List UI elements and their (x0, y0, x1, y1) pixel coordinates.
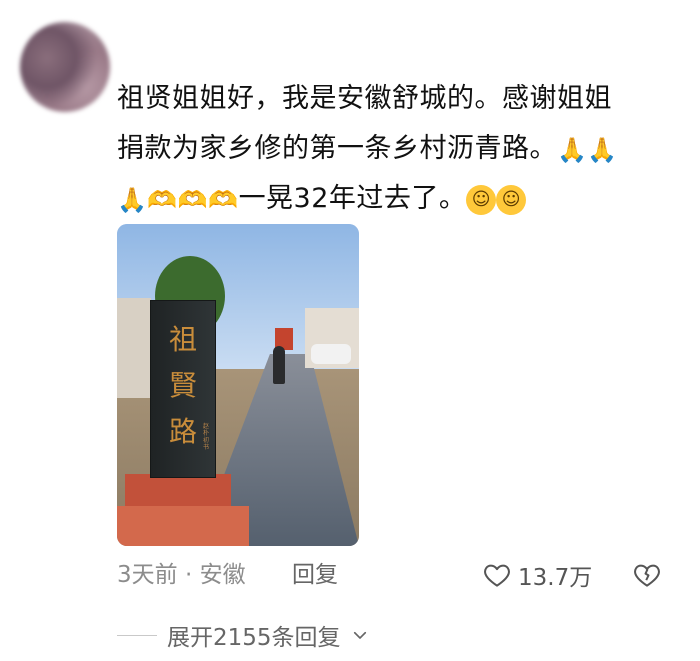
chevron-down-icon (353, 631, 366, 639)
stele-inscription: 祖 賢 路 (168, 323, 197, 448)
comment-line-2: 捐款为家乡修的第一条乡村沥青路。🙏🙏 (117, 124, 677, 174)
person (273, 346, 285, 384)
comment-line-2-text: 捐款为家乡修的第一条乡村沥青路。 (117, 133, 557, 164)
divider-line (117, 634, 157, 636)
like-button[interactable]: 13.7万 (482, 558, 592, 592)
pray-icon: 🙏 (587, 135, 618, 164)
stele-signature: 赵朴初书 (203, 423, 210, 451)
heart-hands-icon: 🫶 (147, 185, 178, 214)
stele-base-upper (125, 474, 231, 508)
heart-hands-icon: 🫶 (208, 185, 239, 214)
comment-line-1: 祖贤姐姐好，我是安徽舒城的。感谢姐姐 (117, 83, 612, 114)
car (311, 344, 351, 364)
smile-icon: ☺ (466, 184, 497, 215)
pray-icon: 🙏 (557, 135, 588, 164)
heart-icon (484, 564, 510, 587)
expand-replies-label: 展开2155条回复 (167, 625, 341, 651)
house-left (117, 298, 151, 398)
smile-icon: ☺ (496, 184, 527, 215)
comment-meta: 3天前 · 安徽 (117, 562, 246, 588)
stele: 祖 賢 路 赵朴初书 (150, 300, 216, 478)
stele-base-lower (117, 506, 249, 546)
expand-replies[interactable]: 展开2155条回复 (117, 618, 369, 652)
pray-icon: 🙏 (117, 185, 148, 214)
comment-photo[interactable]: 祖 賢 路 赵朴初书 (117, 224, 359, 546)
broken-heart-icon[interactable] (632, 560, 662, 590)
comment-text: 祖贤姐姐好，我是安徽舒城的。感谢姐姐 捐款为家乡修的第一条乡村沥青路。🙏🙏 🙏🫶… (117, 74, 677, 224)
avatar[interactable] (20, 22, 110, 112)
comment-line-3-text: 一晃32年过去了。 (238, 183, 467, 214)
heart-hands-icon: 🫶 (177, 185, 209, 214)
reply-button[interactable]: 回复 (292, 560, 338, 590)
like-count: 13.7万 (518, 565, 593, 591)
comment-line-3: 🙏🫶🫶🫶一晃32年过去了。 ☺ ☺ (117, 174, 677, 224)
